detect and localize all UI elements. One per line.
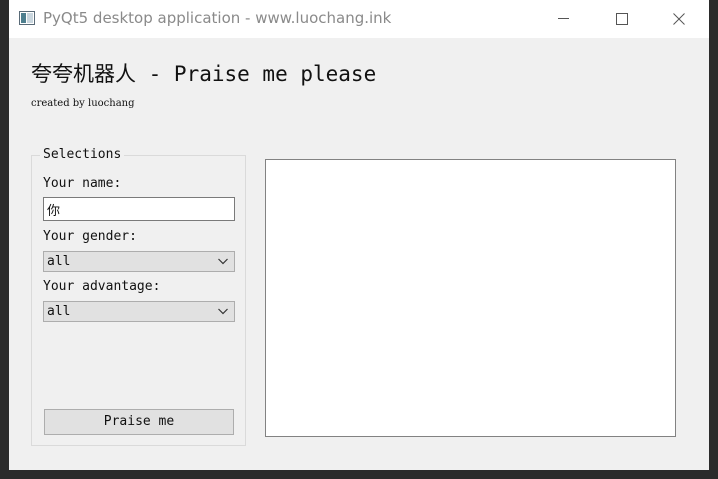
window-title: PyQt5 desktop application - www.luochang… — [43, 9, 392, 27]
minimize-button[interactable] — [534, 0, 592, 38]
minimize-icon — [558, 18, 569, 19]
advantage-select-value: all — [47, 304, 71, 319]
maximize-icon — [616, 13, 628, 25]
advantage-label: Your advantage: — [43, 279, 161, 294]
chevron-down-icon — [218, 258, 228, 265]
gender-select-value: all — [47, 254, 71, 269]
name-input[interactable] — [43, 197, 235, 221]
title-bar[interactable]: PyQt5 desktop application - www.luochang… — [9, 0, 709, 38]
advantage-select[interactable]: all — [43, 301, 235, 322]
praise-output-area[interactable] — [265, 159, 676, 437]
chevron-down-icon — [218, 308, 228, 315]
gender-select[interactable]: all — [43, 251, 235, 272]
close-button[interactable] — [650, 0, 708, 38]
selections-group: Selections Your name: Your gender: all Y… — [31, 147, 246, 446]
app-window-icon — [19, 11, 35, 25]
close-icon — [673, 13, 685, 25]
selections-group-title: Selections — [40, 147, 125, 162]
name-label: Your name: — [43, 176, 122, 191]
app-window: PyQt5 desktop application - www.luochang… — [9, 0, 709, 470]
praise-me-button[interactable]: Praise me — [44, 409, 234, 435]
maximize-button[interactable] — [592, 0, 650, 38]
page-title: 夸夸机器人 - Praise me please — [31, 62, 377, 86]
gender-label: Your gender: — [43, 229, 137, 244]
page-subtitle: created by luochang — [31, 98, 135, 109]
